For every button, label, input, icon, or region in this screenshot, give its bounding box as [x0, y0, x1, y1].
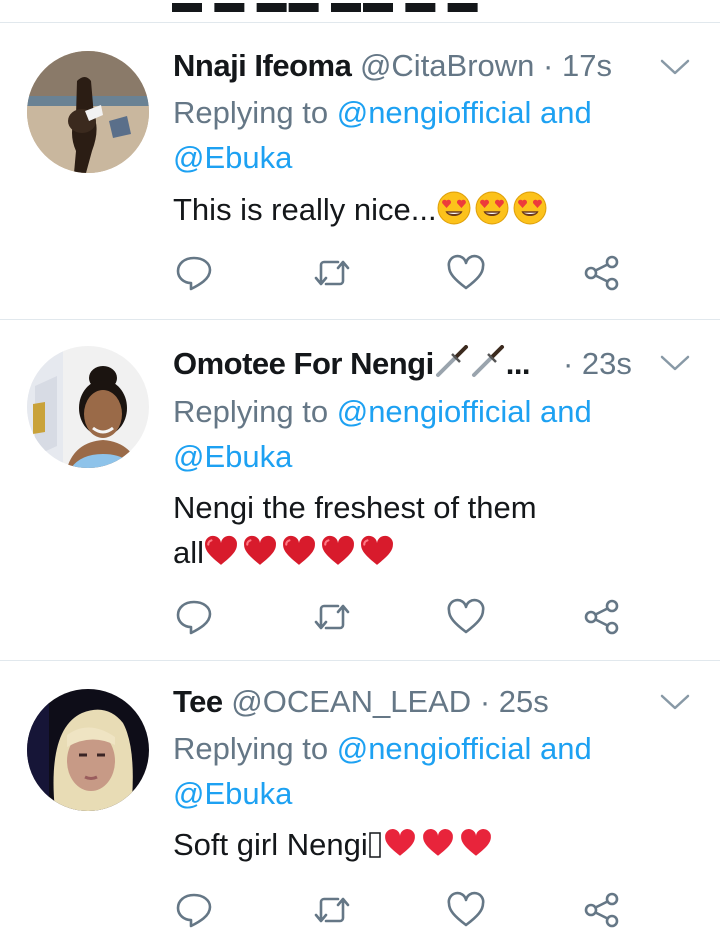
user-handle[interactable]: @CitaBrown — [360, 48, 534, 83]
and-others-link[interactable]: and — [540, 394, 592, 429]
and-others-link[interactable]: and — [540, 95, 592, 130]
heart-emoji-icon — [382, 826, 418, 860]
like-icon[interactable] — [446, 253, 486, 293]
tweet-header: Omotee For Nengi... — [173, 344, 531, 384]
share-icon[interactable] — [582, 253, 622, 293]
and-others-link[interactable]: and — [540, 731, 592, 766]
like-icon[interactable] — [446, 890, 486, 930]
dagger-icon — [435, 345, 468, 377]
like-icon[interactable] — [446, 597, 486, 637]
user-handle[interactable]: @OCEAN_LEAD — [231, 684, 471, 719]
retweet-icon[interactable] — [312, 253, 352, 293]
red-heart-emoji-icon — [204, 534, 238, 568]
reply-icon[interactable] — [174, 597, 214, 637]
tweet-text: Soft girl Nengi — [173, 822, 693, 867]
share-icon[interactable] — [582, 890, 622, 930]
tweet-text: Nengi the freshest of them all — [173, 490, 537, 570]
mention-link[interactable]: @Ebuka — [173, 776, 292, 811]
tweet-card[interactable]: Tee @OCEAN_LEAD · 25s Replying to @nengi… — [0, 660, 720, 928]
reply-icon[interactable] — [174, 890, 214, 930]
retweet-icon[interactable] — [312, 597, 352, 637]
mention-link[interactable]: @nengiofficial — [337, 95, 532, 130]
reply-icon[interactable] — [174, 253, 214, 293]
chevron-down-icon[interactable] — [658, 55, 692, 79]
heart-eyes-emoji-icon — [437, 191, 471, 225]
red-heart-emoji-icon — [360, 534, 394, 568]
timestamp-container: · 23s — [563, 344, 632, 384]
timestamp[interactable]: · 17s — [543, 48, 612, 83]
red-heart-emoji-icon — [282, 534, 316, 568]
mention-link[interactable]: @Ebuka — [173, 439, 292, 474]
tweet-card[interactable]: Nnaji Ifeoma @CitaBrown · 17s Replying t… — [0, 23, 720, 320]
replying-to: Replying to @nengiofficial and @Ebuka — [173, 95, 592, 175]
tweet-header: Tee @OCEAN_LEAD · 25s — [173, 682, 549, 722]
display-name[interactable]: Tee — [173, 684, 223, 719]
mention-link[interactable]: @nengiofficial — [337, 394, 532, 429]
red-heart-emoji-icon — [243, 534, 277, 568]
replying-to: Replying to @nengiofficial and @Ebuka — [173, 731, 592, 811]
avatar[interactable] — [27, 346, 149, 468]
display-name-ellipsis: ... — [505, 346, 531, 381]
tweet-text: This is really nice... — [173, 187, 693, 232]
mention-link[interactable]: @Ebuka — [173, 140, 292, 175]
heart-eyes-emoji-icon — [475, 191, 509, 225]
avatar[interactable] — [27, 51, 149, 173]
red-heart-emoji-icon — [321, 534, 355, 568]
heart-emoji-icon — [458, 826, 494, 860]
tweet-actions — [0, 890, 720, 930]
previous-tweet-cutoff: ▬ ▬ ▬▬ ▬▬ ▬ ▬ — [0, 0, 720, 23]
heart-emoji-icon — [420, 826, 456, 860]
replying-to: Replying to @nengiofficial and @Ebuka — [173, 394, 592, 474]
chevron-down-icon[interactable] — [658, 351, 692, 375]
mention-link[interactable]: @nengiofficial — [337, 731, 532, 766]
tweet-actions — [0, 253, 720, 293]
tweet-card[interactable]: Omotee For Nengi... · 23s Replying to @n… — [0, 319, 720, 661]
share-icon[interactable] — [582, 597, 622, 637]
tweet-actions — [0, 597, 720, 637]
retweet-icon[interactable] — [312, 890, 352, 930]
display-name[interactable]: Nnaji Ifeoma — [173, 48, 352, 83]
unknown-glyph-icon — [368, 832, 381, 858]
display-name[interactable]: Omotee For Nengi — [173, 346, 434, 381]
timestamp[interactable]: · 25s — [480, 684, 549, 719]
dagger-icon — [471, 345, 504, 377]
avatar[interactable] — [27, 689, 149, 811]
tweet-header: Nnaji Ifeoma @CitaBrown · 17s — [173, 46, 612, 86]
heart-eyes-emoji-icon — [513, 191, 547, 225]
timestamp[interactable]: · 23s — [563, 346, 632, 381]
chevron-down-icon[interactable] — [658, 690, 692, 714]
